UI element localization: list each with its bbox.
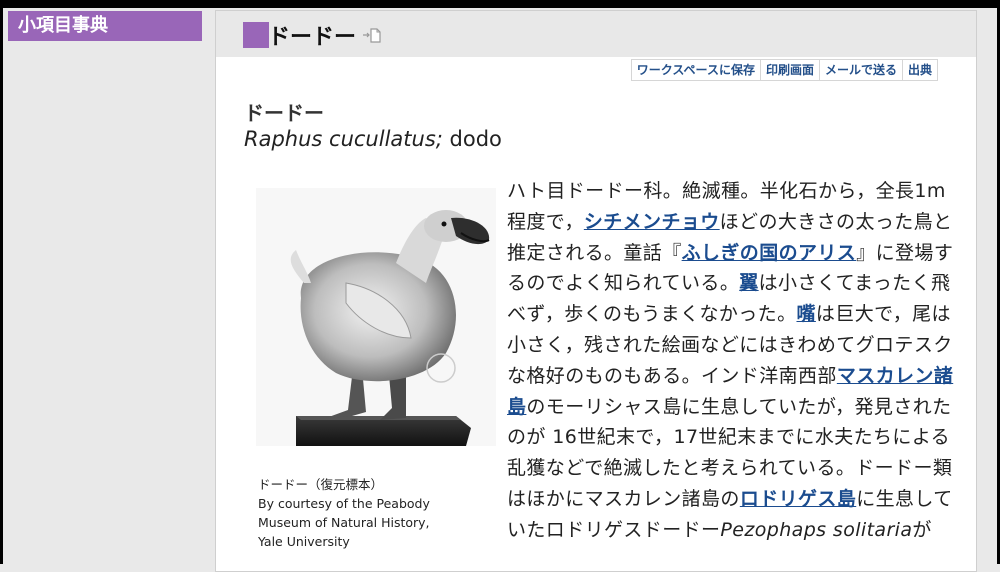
link-shichimencho[interactable]: シチメンチョウ	[584, 211, 720, 233]
caption-credit-line3: Yale University	[258, 534, 350, 549]
title-bar: ドードー	[216, 11, 976, 57]
document-link-icon[interactable]	[362, 27, 382, 43]
window-top-border	[0, 0, 1000, 8]
dodo-specimen-photo[interactable]	[256, 188, 496, 446]
title-color-square	[243, 22, 269, 48]
entry-subtitle: Raphus cucullatus; dodo	[244, 127, 502, 151]
link-wing[interactable]: 翼	[739, 272, 758, 294]
figure-caption: ドードー（復元標本） By courtesy of the Peabody Mu…	[258, 475, 498, 551]
caption-japanese: ドードー（復元標本）	[258, 477, 384, 492]
source-button[interactable]: 出典	[903, 60, 937, 80]
article-body: ハト目ドードー科。絶滅種。半化石から，全長1m程度で，シチメンチョウほどの大きさ…	[507, 176, 955, 546]
link-beak[interactable]: 嘴	[796, 303, 815, 325]
print-view-button[interactable]: 印刷画面	[761, 60, 820, 80]
window-left-border	[0, 0, 3, 564]
link-rodrigues-island[interactable]: ロドリゲス島	[740, 488, 856, 510]
caption-credit-line2: Museum of Natural History,	[258, 515, 430, 530]
article-toolbar: ワークスペースに保存 印刷画面 メールで送る 出典	[630, 59, 938, 81]
sidebar: 小項目事典	[8, 11, 202, 564]
sidebar-title: 小項目事典	[8, 11, 202, 41]
article-panel: ドードー ワークスペースに保存 印刷画面 メールで送る 出典 ドードー Raph…	[215, 10, 977, 572]
body-text: が	[912, 518, 932, 541]
page-title: ドードー	[268, 25, 357, 50]
send-by-mail-button[interactable]: メールで送る	[820, 60, 903, 80]
entry-title: ドードー	[244, 101, 324, 125]
scientific-name: Raphus cucullatus;	[244, 127, 443, 151]
scientific-name-solitaire: Pezophaps solitaria	[720, 518, 913, 541]
caption-credit-line1: By courtesy of the Peabody	[258, 496, 430, 511]
save-to-workspace-button[interactable]: ワークスペースに保存	[632, 60, 761, 80]
english-name: dodo	[449, 127, 502, 151]
link-alice-in-wonderland[interactable]: ふしぎの国のアリス	[682, 242, 857, 264]
